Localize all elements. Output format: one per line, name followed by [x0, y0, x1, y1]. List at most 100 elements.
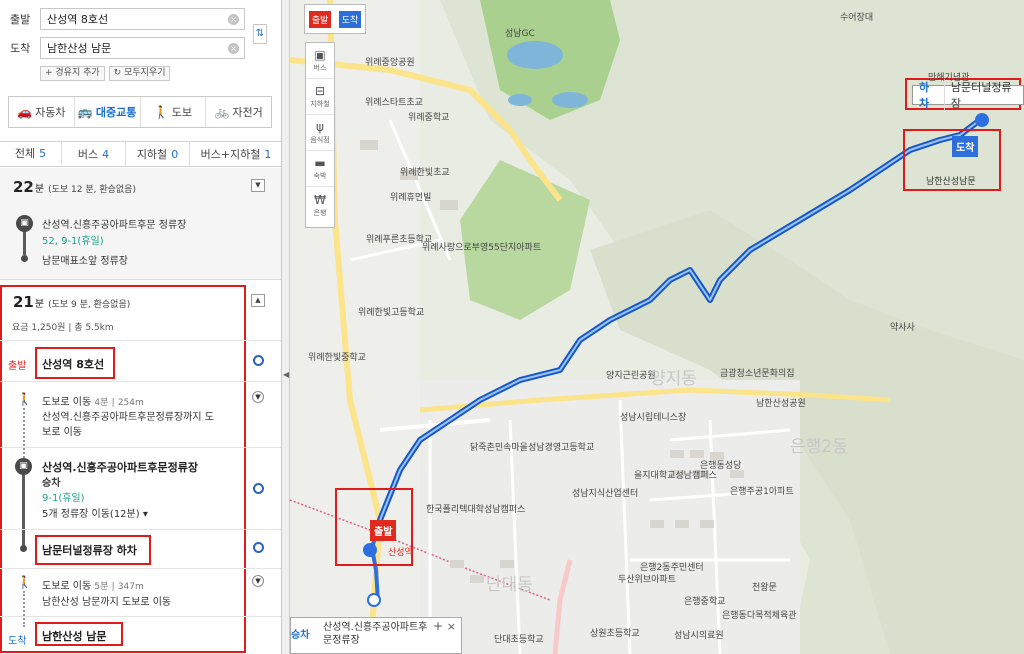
transit-info-icon[interactable]: [253, 355, 264, 366]
board-stop-tooltip: 승차 산성역.신흥주공아파트후문정류장 + ×: [290, 617, 462, 654]
tool-lodging[interactable]: ▬ 숙박: [306, 151, 334, 187]
tool-bus[interactable]: ▣ 버스: [306, 43, 334, 79]
walk-path-line: [23, 408, 25, 458]
map-label: 닭죽촌민속마을: [470, 443, 528, 453]
origin-label: 출발: [10, 13, 31, 26]
origin-row: 출발 산성역 8호선 ×: [10, 8, 245, 30]
end-name[interactable]: 남한산성 남문: [42, 628, 107, 644]
origin-input[interactable]: 산성역 8호선 ×: [40, 8, 245, 30]
mode-tab-bike[interactable]: 🚲 자전거: [206, 97, 271, 127]
callout-key: 하차: [913, 79, 945, 111]
route1-bus-icon: ▣: [16, 215, 33, 232]
map-label: 은행동다목적체육관: [722, 611, 797, 621]
map-label: 남한산성공원: [756, 399, 806, 409]
mode-label-transit: 대중교통: [95, 106, 137, 119]
bank-icon: ₩: [314, 192, 326, 207]
walk2-desc: 남한산성 남문까지 도보로 이동: [42, 597, 172, 608]
start-pin[interactable]: 출발: [370, 520, 397, 541]
walk-path-line: [23, 591, 25, 627]
board-stop[interactable]: 산성역.신흥주공아파트후문정류장: [42, 459, 198, 475]
map-label: 두산위브아파트: [618, 575, 676, 585]
bus-icon: ▣: [15, 458, 32, 475]
close-icon[interactable]: ×: [447, 620, 456, 633]
destination-label: 도착: [10, 42, 31, 55]
map-label: 성남시립테니스장: [620, 413, 687, 423]
destination-value: 남한산성 남문: [47, 42, 112, 55]
mode-tab-car[interactable]: 🚗 자동차: [9, 97, 75, 127]
restaurant-icon: ψ: [316, 120, 324, 134]
alight-info-icon[interactable]: [253, 542, 264, 553]
tab-all-label: 전체: [14, 147, 36, 160]
route1-unit: 분: [34, 184, 45, 195]
route-option-1[interactable]: 22 분 (도보 12 분, 환승없음) ▼ ▣ 산성역.신흥주공아파트후문 정…: [0, 168, 281, 280]
board-label: 승차: [42, 478, 61, 489]
bus-rail: [22, 475, 25, 547]
walk-icon: 🚶: [153, 105, 169, 119]
route2-unit: 분: [34, 299, 45, 310]
route1-bus-numbers: 52, 9-1(휴일): [42, 236, 104, 247]
map-label: 위례한빛중학교: [308, 353, 366, 363]
expand-route1-icon[interactable]: ▼: [251, 179, 265, 192]
map-label: 금광청소년문화의집: [720, 369, 795, 379]
bus-icon: ▣: [314, 48, 326, 62]
map-label: 위례중학교: [408, 113, 450, 123]
route1-time: 22: [13, 178, 34, 196]
alight-callout[interactable]: 하차 남문터널정류장: [912, 79, 1024, 111]
tooltip-value: 산성역.신흥주공아파트후문정류장: [323, 622, 428, 646]
map-label: 약사사: [890, 323, 915, 333]
tab-all[interactable]: 전체 5: [0, 142, 62, 166]
map-label: 상원초등학교: [590, 629, 640, 639]
tool-restaurant[interactable]: ψ 음식점: [306, 115, 334, 151]
mode-tab-walk[interactable]: 🚶 도보: [141, 97, 207, 127]
walk1-desc-1: 산성역.신흥주공아파트후문정류장까지 도: [42, 412, 214, 423]
tool-bank[interactable]: ₩ 은행: [306, 187, 334, 223]
route2-fare: 요금 1,250원 | 총 5.5km: [12, 323, 114, 333]
clear-destination-icon[interactable]: ×: [228, 43, 239, 54]
mode-label-bike: 자전거: [232, 106, 263, 119]
map-label: 한국폴리텍대학성남캠퍼스: [426, 505, 526, 515]
panel-collapse-handle[interactable]: ◀: [282, 0, 290, 654]
map-label: 은행동성당: [700, 461, 742, 471]
map-label: 성남경영고등학교: [528, 443, 595, 453]
end-pin[interactable]: 도착: [952, 136, 979, 157]
map-label: 양지근린공원: [606, 371, 656, 381]
end-flag-button[interactable]: 도착: [338, 10, 362, 28]
tab-subway[interactable]: 지하철 0: [126, 142, 190, 166]
divider: [0, 447, 281, 448]
map-label: 위례휴먼빌: [390, 193, 432, 203]
map-canvas[interactable]: 성남GC 위례중앙공원 위례스타트초교 위례중학교 위례한빛초교 위례휴먼빌 위…: [290, 0, 1024, 654]
map-label: 성남지식산업센터: [572, 489, 639, 499]
walk2-time: 5분: [94, 582, 109, 592]
route-option-2: 21 분 (도보 9 분, 환승없음) ▲ 요금 1,250원 | 총 5.5k…: [0, 285, 281, 654]
tab-bus[interactable]: 버스 4: [62, 142, 126, 166]
clear-all-label: 모두지우기: [124, 68, 166, 78]
map-label: 성남시의료원: [674, 631, 724, 641]
tool-subway[interactable]: ⊟ 지하철: [306, 79, 334, 115]
board-moves[interactable]: 5개 정류장 이동(12분) ▾: [42, 505, 148, 520]
clear-all-button[interactable]: ↻ 모두지우기: [108, 66, 171, 81]
route1-stop-to: 남문매표소앞 정류장: [42, 256, 128, 267]
transport-mode-tabs: 🚗 자동차 🚌 대중교통 🚶 도보 🚲 자전거: [8, 96, 272, 128]
board-bus[interactable]: 9-1(휴일): [42, 489, 85, 504]
route2-summary: 21 분 (도보 9 분, 환승없음): [13, 293, 130, 311]
add-icon[interactable]: +: [433, 619, 443, 633]
clear-origin-icon[interactable]: ×: [228, 14, 239, 25]
route1-stop-from: 산성역.신흥주공아파트후문 정류장: [42, 220, 187, 231]
tab-bus-subway[interactable]: 버스+지하철 1: [190, 142, 281, 166]
bus-info-icon[interactable]: [253, 483, 264, 494]
collapse-route2-icon[interactable]: ▲: [251, 294, 265, 307]
start-name[interactable]: 산성역 8호선: [42, 356, 104, 372]
start-flag-button[interactable]: 출발: [308, 10, 332, 28]
expand-walk1-icon[interactable]: ▼: [252, 391, 264, 403]
swap-icon[interactable]: ⇅: [253, 24, 267, 44]
tab-bus-subway-label: 버스+지하철: [200, 148, 261, 161]
mode-tab-transit[interactable]: 🚌 대중교통: [75, 97, 141, 127]
tool-restaurant-label: 음식점: [310, 136, 330, 144]
expand-walk2-icon[interactable]: ▼: [252, 575, 264, 587]
alight-stop[interactable]: 남문터널정류장 하차: [42, 542, 137, 558]
destination-input[interactable]: 남한산성 남문 ×: [40, 37, 245, 59]
mode-label-walk: 도보: [171, 106, 192, 119]
add-waypoint-button[interactable]: + 경유지 추가: [40, 66, 105, 81]
walk2-dist: 347m: [117, 582, 144, 592]
district-label: 은행2동: [790, 437, 848, 457]
